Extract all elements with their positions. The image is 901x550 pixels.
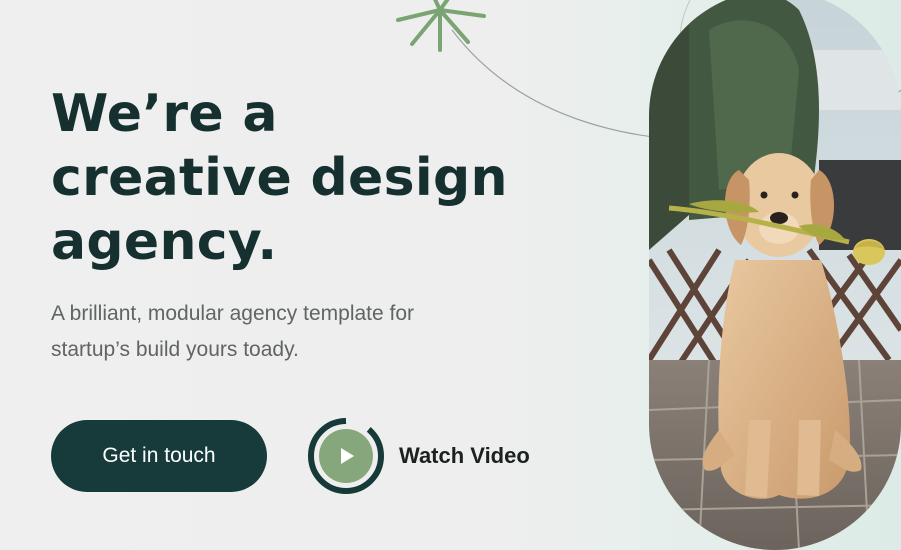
hero-title-line: agency. [51, 212, 278, 272]
hero-title: We’re a creative design agency. [51, 82, 508, 274]
play-button[interactable] [307, 417, 385, 495]
hero-subtitle-line: startup’s build yours toady. [51, 338, 299, 361]
watch-video-label: Watch Video [399, 443, 530, 468]
hero-title-line: We’re a [51, 84, 278, 144]
get-in-touch-button[interactable]: Get in touch [51, 420, 267, 492]
play-icon [308, 417, 384, 494]
hero-title-line: creative design [51, 148, 508, 208]
hero-subtitle-line: A brilliant, modular agency template for [51, 302, 415, 325]
hero-subtitle: A brilliant, modular agency template for… [51, 296, 471, 368]
watch-video-button[interactable]: Watch Video [307, 417, 530, 495]
starburst-icon [396, 0, 486, 52]
hero-image [649, 0, 901, 550]
